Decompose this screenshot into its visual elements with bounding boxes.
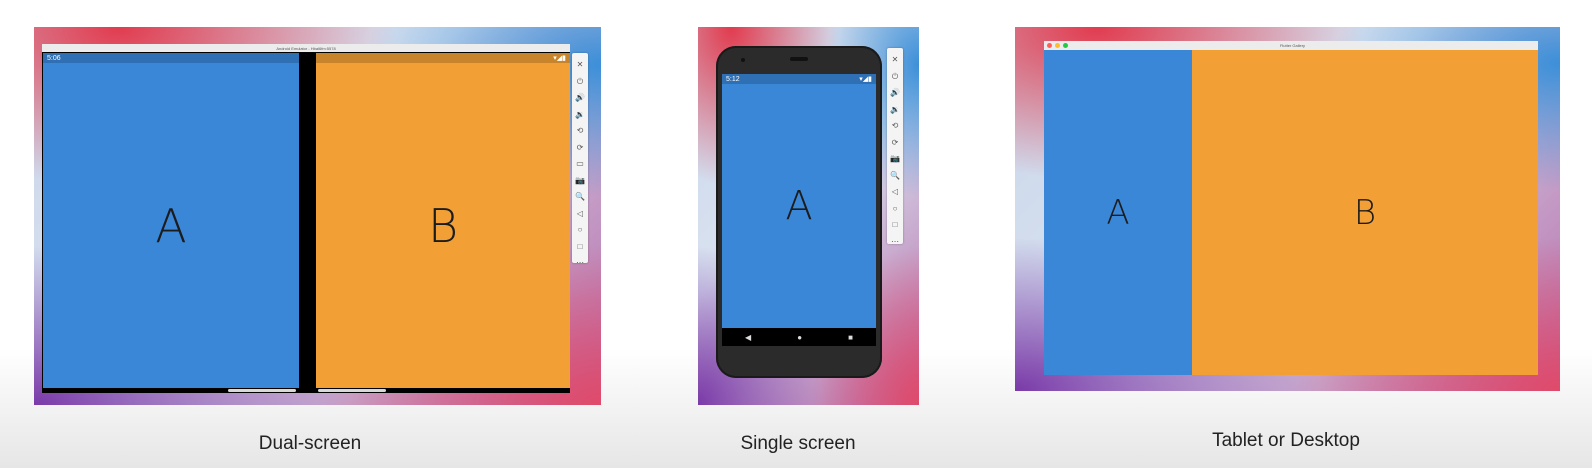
tablet-pane-b[interactable]: B	[1192, 50, 1538, 375]
overview-icon[interactable]: □	[578, 239, 583, 256]
dual-pane-a[interactable]: A	[43, 63, 299, 388]
phone-speaker-icon	[790, 57, 808, 61]
dual-status-time: 5:06	[47, 54, 61, 62]
zoom-icon[interactable]: 🔍	[575, 189, 585, 206]
tablet-pane-a-label: A	[1106, 192, 1130, 233]
dual-pane-b-label: B	[427, 198, 459, 253]
close-window-icon[interactable]	[1047, 43, 1052, 48]
dual-window-title: Android Emulator - Hbal6fm:5578	[276, 45, 336, 51]
dual-statusbar: 5:06	[43, 53, 299, 63]
more-icon[interactable]: ⋯	[891, 234, 899, 251]
fold-icon[interactable]: ▭	[576, 156, 584, 173]
dual-home-indicator-right[interactable]	[318, 389, 386, 392]
rotate-right-icon[interactable]: ⟳	[892, 135, 899, 152]
camera-icon[interactable]: 📷	[890, 151, 900, 168]
tablet-pane-b-label: B	[1353, 192, 1377, 233]
tablet-window-titlebar: Flutter Gallery	[1044, 41, 1538, 50]
dual-window-titlebar: Android Emulator - Hbal6fm:5578	[42, 44, 570, 52]
rotate-left-icon[interactable]: ⟲	[892, 118, 899, 135]
back-icon[interactable]: ◁	[577, 206, 583, 223]
volume-up-icon[interactable]: 🔊	[575, 90, 585, 107]
dual-emulator-toolbar: ✕ ⏻ 🔊 🔉 ⟲ ⟳ ▭ 📷 🔍 ◁ ○ □ ⋯	[572, 53, 588, 267]
single-status-time: 5:12	[726, 75, 740, 83]
phone-camera-icon	[741, 58, 745, 62]
dual-home-indicator-left[interactable]	[228, 389, 296, 392]
home-icon[interactable]: ○	[893, 201, 898, 218]
volume-down-icon[interactable]: 🔉	[890, 102, 900, 119]
zoom-icon[interactable]: 🔍	[890, 168, 900, 185]
dual-pane-b[interactable]: B	[316, 63, 570, 388]
camera-icon[interactable]: 📷	[575, 173, 585, 190]
single-pane-a[interactable]: A	[722, 84, 876, 328]
single-navbar: ◀ ● ■	[722, 328, 876, 346]
zoom-window-icon[interactable]	[1063, 43, 1068, 48]
nav-back-icon[interactable]: ◀	[745, 333, 751, 342]
volume-up-icon[interactable]: 🔊	[890, 85, 900, 102]
single-pane-a-label: A	[785, 183, 813, 229]
rotate-left-icon[interactable]: ⟲	[577, 123, 584, 140]
dual-screen-caption: Dual-screen	[258, 433, 362, 454]
dual-statusbar-right: ▾◢▮	[316, 53, 570, 63]
single-emulator-toolbar: ✕ ⏻ 🔊 🔉 ⟲ ⟳ 📷 🔍 ◁ ○ □ ⋯	[887, 48, 903, 246]
more-icon[interactable]: ⋯	[576, 255, 584, 272]
dual-pane-a-label: A	[155, 198, 187, 253]
power-icon[interactable]: ⏻	[892, 69, 898, 86]
dual-status-icons: ▾◢▮	[553, 55, 566, 62]
minimize-window-icon[interactable]	[1055, 43, 1060, 48]
nav-recent-icon[interactable]: ■	[848, 333, 853, 342]
close-icon[interactable]: ✕	[577, 57, 584, 74]
back-icon[interactable]: ◁	[892, 184, 898, 201]
rotate-right-icon[interactable]: ⟳	[577, 140, 584, 157]
single-status-icons: ▾◢▮	[859, 76, 872, 83]
tablet-desktop-caption: Tablet or Desktop	[1212, 430, 1360, 451]
nav-home-icon[interactable]: ●	[797, 333, 802, 342]
overview-icon[interactable]: □	[893, 217, 898, 234]
single-statusbar: 5:12 ▾◢▮	[722, 74, 876, 84]
close-icon[interactable]: ✕	[892, 52, 899, 69]
tablet-pane-a[interactable]: A	[1044, 50, 1192, 375]
single-screen-caption: Single screen	[740, 433, 856, 454]
tablet-window-title: Flutter Gallery	[1279, 43, 1306, 48]
power-icon[interactable]: ⏻	[577, 74, 583, 91]
home-icon[interactable]: ○	[578, 222, 583, 239]
volume-down-icon[interactable]: 🔉	[575, 107, 585, 124]
